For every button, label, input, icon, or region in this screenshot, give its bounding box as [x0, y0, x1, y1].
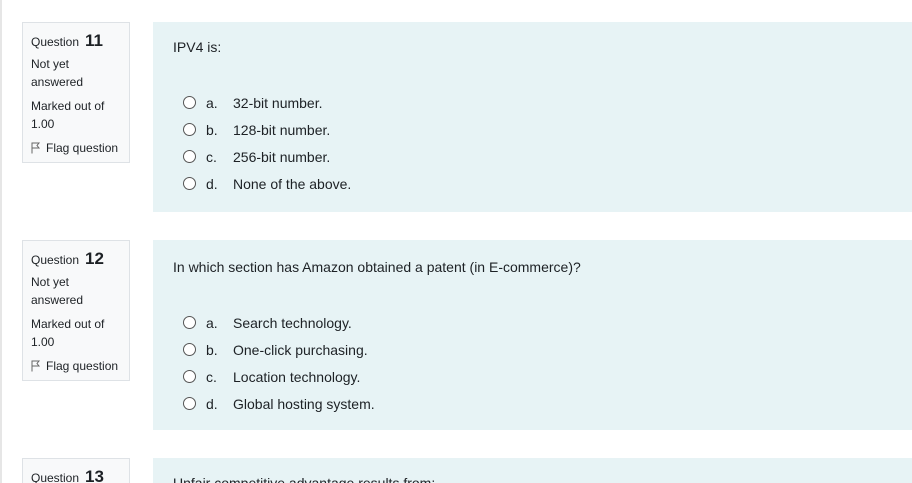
flag-icon	[31, 142, 41, 154]
answer-option-b[interactable]: b. 128-bit number.	[173, 116, 893, 143]
answer-letter: a.	[206, 314, 218, 331]
answer-text[interactable]: 256-bit number.	[233, 149, 330, 165]
answer-text[interactable]: 32-bit number.	[233, 95, 323, 111]
question-label: Question	[31, 471, 80, 483]
page-left-border	[0, 0, 2, 483]
question-label: Question	[31, 253, 80, 267]
answer-option-d[interactable]: d. None of the above.	[173, 170, 893, 197]
answer-text[interactable]: One-click purchasing.	[233, 342, 368, 358]
question-content: Unfair competitive advantage results fro…	[153, 458, 912, 483]
question-state: Not yet answered	[31, 57, 84, 89]
radio-button[interactable]	[183, 177, 196, 190]
radio-button[interactable]	[183, 397, 196, 410]
answer-text[interactable]: Global hosting system.	[233, 396, 375, 412]
question-number-value: 13	[85, 467, 104, 483]
question-label: Question	[31, 35, 80, 49]
radio-button[interactable]	[183, 316, 196, 329]
flag-question-link[interactable]: Flag question	[31, 359, 121, 373]
answer-option-a[interactable]: a. 32-bit number.	[173, 89, 893, 116]
answer-letter: c.	[206, 148, 217, 165]
question-number: Question 13	[31, 467, 121, 483]
answer-letter: a.	[206, 94, 218, 111]
question-content: In which section has Amazon obtained a p…	[153, 240, 912, 430]
answer-letter: b.	[206, 341, 218, 358]
radio-button[interactable]	[183, 150, 196, 163]
question-text: IPV4 is:	[173, 39, 222, 55]
question-grade: Marked out of 1.00	[31, 99, 105, 131]
question-number: Question 11	[31, 31, 121, 51]
answer-list: a. 32-bit number. b. 128-bit number. c. …	[173, 89, 893, 197]
radio-button[interactable]	[183, 123, 196, 136]
question-text: In which section has Amazon obtained a p…	[173, 259, 581, 275]
question-content: IPV4 is: a. 32-bit number. b. 128-bit nu…	[153, 22, 912, 212]
question-info-panel: Question 11 Not yet answered Marked out …	[22, 22, 130, 163]
question-state: Not yet answered	[31, 275, 84, 307]
question-number-value: 11	[85, 31, 104, 50]
question-number-value: 12	[85, 249, 104, 268]
radio-button[interactable]	[183, 370, 196, 383]
answer-list: a. Search technology. b. One-click purch…	[173, 309, 893, 417]
answer-text[interactable]: 128-bit number.	[233, 122, 330, 138]
radio-button[interactable]	[183, 96, 196, 109]
answer-option-d[interactable]: d. Global hosting system.	[173, 390, 893, 417]
question-info-panel: Question 13	[22, 458, 130, 483]
answer-option-b[interactable]: b. One-click purchasing.	[173, 336, 893, 363]
answer-letter: d.	[206, 395, 218, 412]
flag-question-link[interactable]: Flag question	[31, 141, 121, 155]
answer-text[interactable]: Search technology.	[233, 315, 352, 331]
question-grade: Marked out of 1.00	[31, 317, 105, 349]
answer-option-c[interactable]: c. 256-bit number.	[173, 143, 893, 170]
question-info-panel: Question 12 Not yet answered Marked out …	[22, 240, 130, 381]
answer-letter: b.	[206, 121, 218, 138]
flag-icon	[31, 360, 41, 372]
answer-letter: d.	[206, 175, 218, 192]
answer-option-c[interactable]: c. Location technology.	[173, 363, 893, 390]
question-number: Question 12	[31, 249, 121, 269]
question-text: Unfair competitive advantage results fro…	[173, 475, 436, 483]
flag-question-label: Flag question	[46, 359, 119, 373]
answer-text[interactable]: Location technology.	[233, 369, 360, 385]
flag-question-label: Flag question	[46, 141, 119, 155]
answer-letter: c.	[206, 368, 217, 385]
answer-text[interactable]: None of the above.	[233, 176, 351, 192]
radio-button[interactable]	[183, 343, 196, 356]
answer-option-a[interactable]: a. Search technology.	[173, 309, 893, 336]
